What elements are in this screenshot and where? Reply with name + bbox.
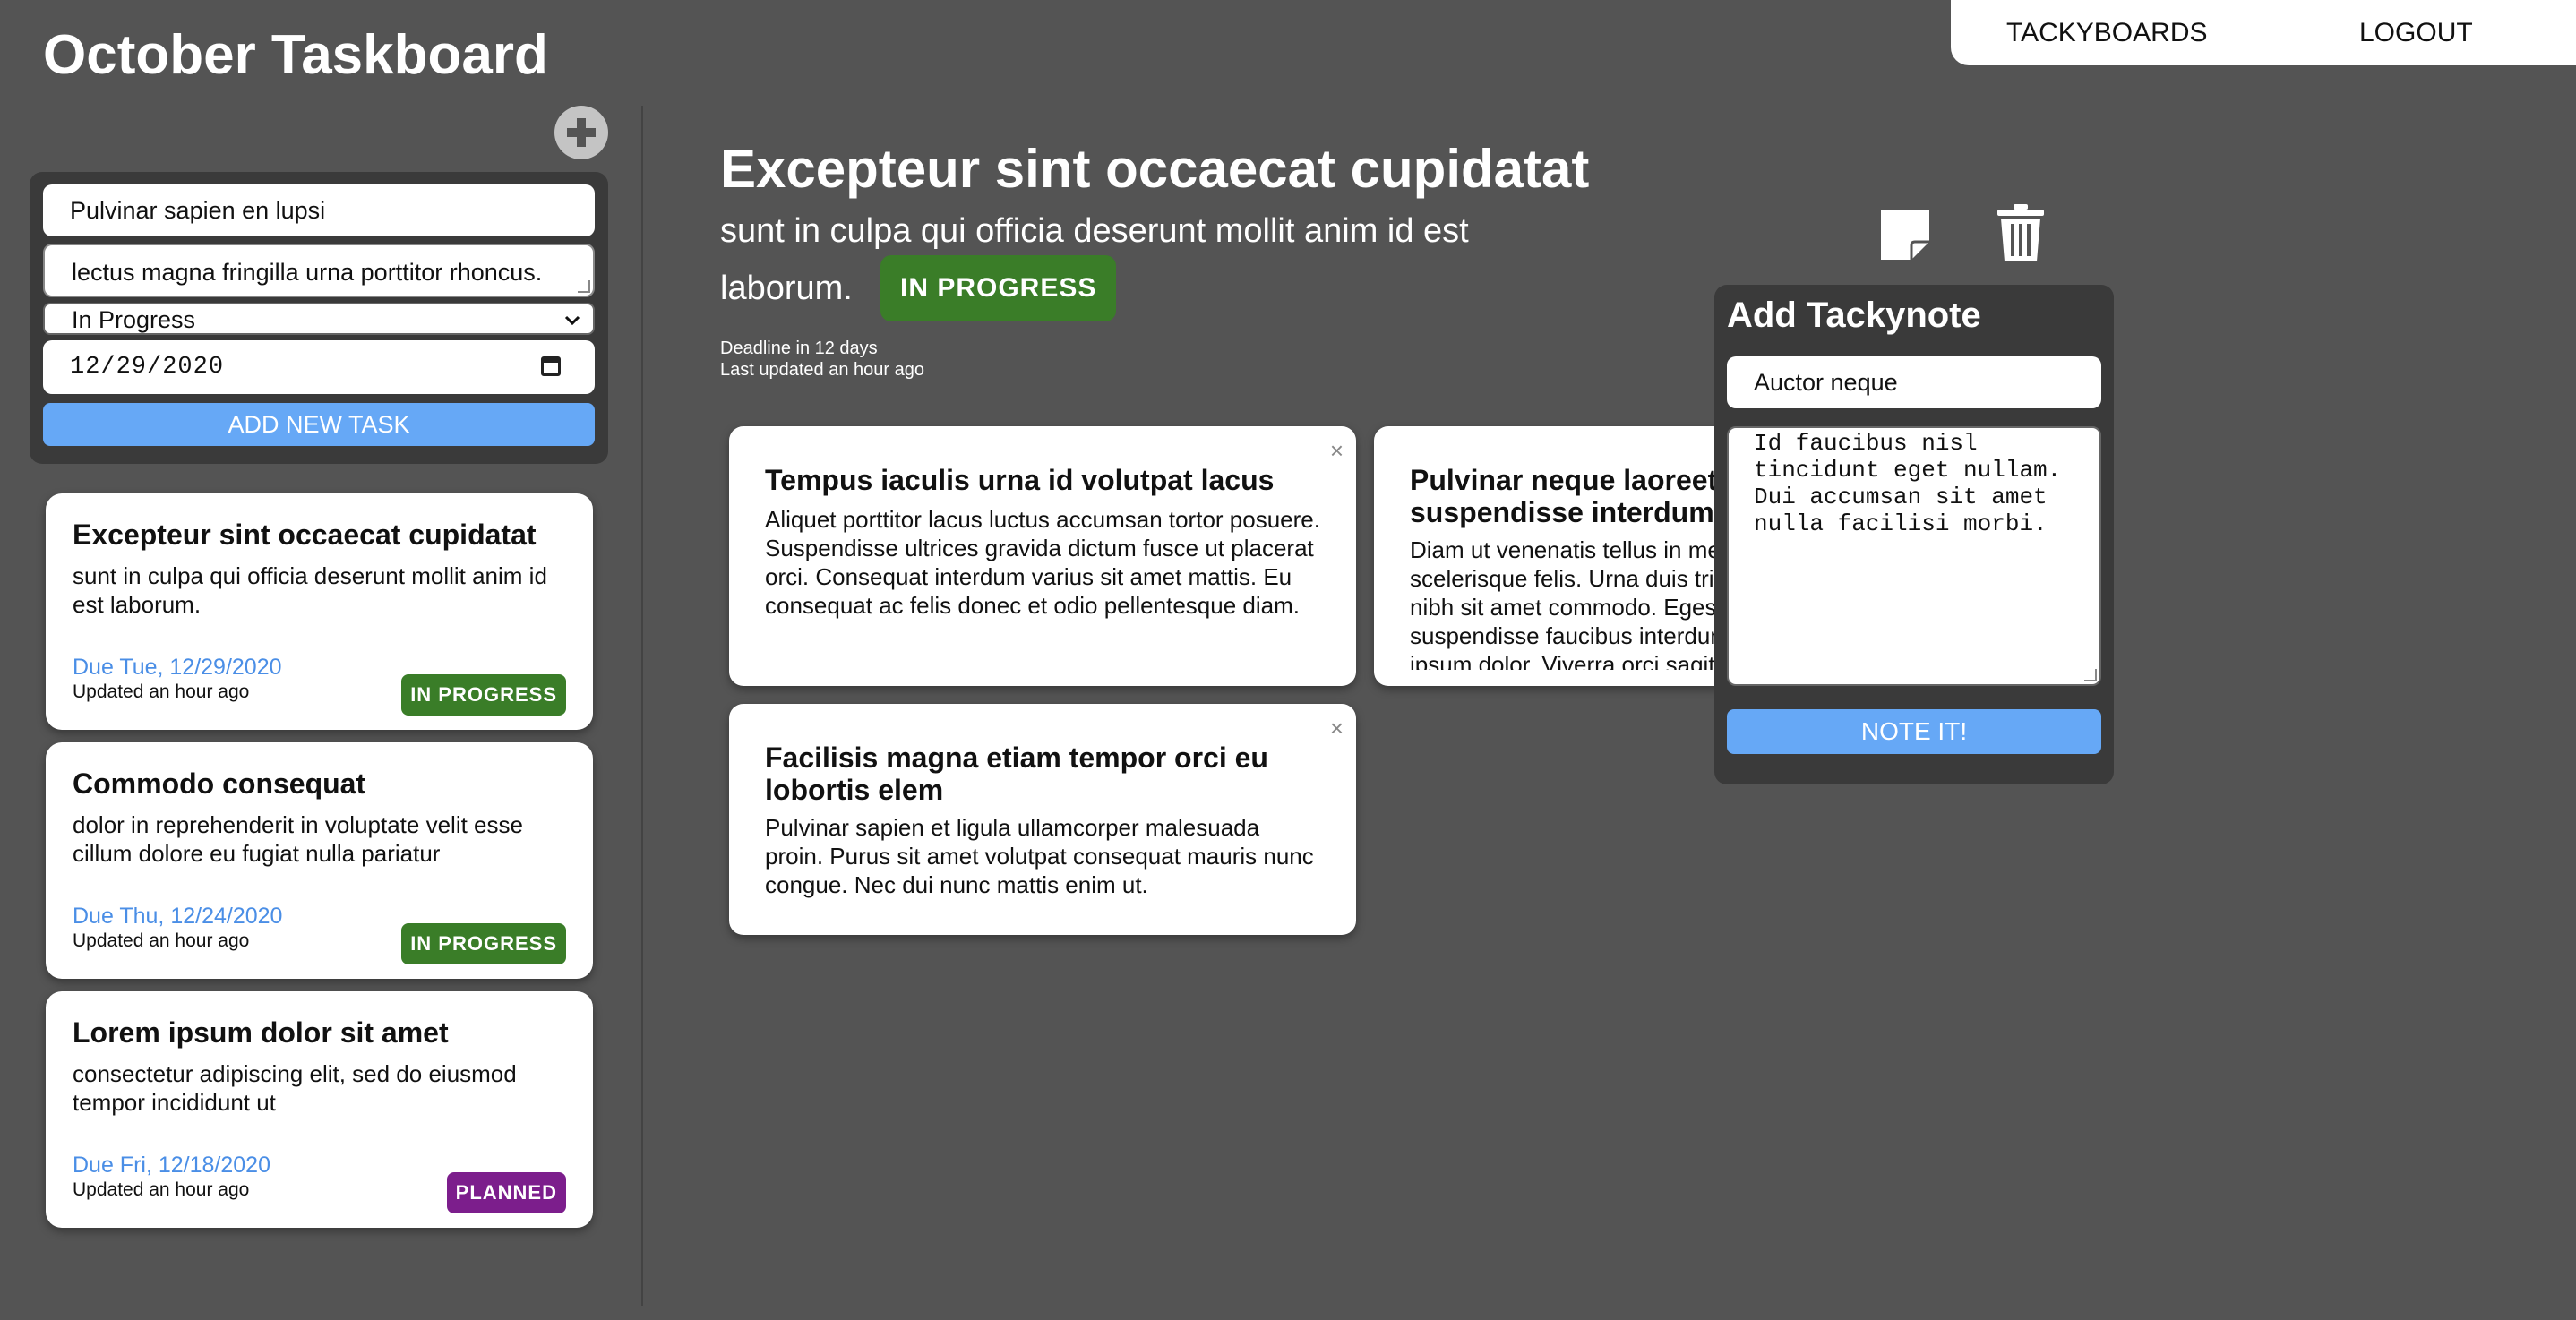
close-icon[interactable]: ×: [1330, 715, 1344, 742]
task-status-select[interactable]: In Progress: [43, 303, 595, 335]
task-date-input[interactable]: 12/29/2020: [43, 340, 595, 394]
tackynote-card[interactable]: × Facilisis magna etiam tempor orci eu l…: [729, 704, 1356, 935]
plus-circle-icon[interactable]: [554, 106, 608, 159]
task-card-title: Lorem ipsum dolor sit amet: [73, 1016, 449, 1049]
tackynote-card[interactable]: × Tempus iaculis urna id volutpat lacus …: [729, 426, 1356, 686]
tackynote-title: Tempus iaculis urna id volutpat lacus: [765, 464, 1275, 496]
task-detail-description: sunt in culpa qui officia deserunt molli…: [720, 212, 1469, 307]
top-nav: TACKYBOARDS LOGOUT: [1951, 0, 2576, 65]
tackynote-body-textarea[interactable]: Id faucibus nisl tincidunt eget nullam. …: [1727, 426, 2101, 686]
task-card[interactable]: Lorem ipsum dolor sit amet consectetur a…: [46, 991, 593, 1228]
task-card-updated: Updated an hour ago: [73, 681, 250, 702]
task-card-title: Commodo consequat: [73, 767, 366, 800]
status-badge: IN PROGRESS: [401, 923, 566, 964]
task-detail-title: Excepteur sint occaecat cupidatat: [720, 139, 1590, 199]
task-card-due: Due Fri, 12/18/2020: [73, 1153, 270, 1178]
close-icon[interactable]: ×: [1330, 437, 1344, 465]
task-status-value: In Progress: [72, 306, 196, 333]
task-card-due: Due Thu, 12/24/2020: [73, 904, 283, 929]
task-card-updated: Updated an hour ago: [73, 1179, 250, 1200]
task-card-title: Excepteur sint occaecat cupidatat: [73, 519, 537, 551]
task-card-description: consectetur adipiscing elit, sed do eius…: [73, 1060, 517, 1116]
task-detail-status-badge: IN PROGRESS: [880, 255, 1117, 321]
task-deadline: Deadline in 12 days: [720, 339, 878, 358]
tackynote-body: Pulvinar sapien et ligula ullamcorper ma…: [765, 814, 1314, 898]
sticky-note-icon[interactable]: [1881, 210, 1929, 260]
task-last-updated: Last updated an hour ago: [720, 360, 924, 380]
add-tackynote-panel: Add Tackynote Auctor neque Id faucibus n…: [1714, 285, 2114, 784]
task-date-value: 12/29/2020: [70, 354, 225, 381]
trash-icon[interactable]: [1996, 204, 2046, 261]
chevron-down-icon: [562, 304, 582, 339]
status-badge: PLANNED: [446, 1172, 566, 1213]
nav-logout-link[interactable]: LOGOUT: [2359, 18, 2473, 48]
column-divider: [641, 106, 643, 1306]
task-card-updated: Updated an hour ago: [73, 930, 250, 951]
tackynote-body: Aliquet porttitor lacus luctus accumsan …: [765, 506, 1320, 619]
task-card-description: dolor in reprehenderit in voluptate veli…: [73, 811, 523, 867]
task-card-description: sunt in culpa qui officia deserunt molli…: [73, 562, 547, 618]
page-title: October Taskboard: [43, 24, 548, 86]
add-tackynote-heading: Add Tackynote: [1727, 296, 1981, 335]
tackynote-title: Facilisis magna etiam tempor orci eu lob…: [765, 741, 1268, 806]
status-badge: IN PROGRESS: [401, 674, 566, 716]
nav-tackyboards-link[interactable]: TACKYBOARDS: [2006, 18, 2208, 48]
task-title-input[interactable]: Pulvinar sapien en lupsi: [43, 184, 595, 236]
task-card[interactable]: Excepteur sint occaecat cupidatat sunt i…: [46, 493, 593, 730]
tackynote-title-input[interactable]: Auctor neque: [1727, 356, 2101, 408]
add-new-task-button[interactable]: ADD NEW TASK: [43, 403, 595, 446]
task-description-input[interactable]: lectus magna fringilla urna porttitor rh…: [43, 244, 595, 297]
new-task-form: Pulvinar sapien en lupsi lectus magna fr…: [30, 172, 608, 464]
calendar-icon[interactable]: [541, 356, 561, 376]
task-card[interactable]: Commodo consequat dolor in reprehenderit…: [46, 742, 593, 979]
note-it-button[interactable]: NOTE IT!: [1727, 709, 2101, 754]
task-card-due: Due Tue, 12/29/2020: [73, 655, 282, 680]
